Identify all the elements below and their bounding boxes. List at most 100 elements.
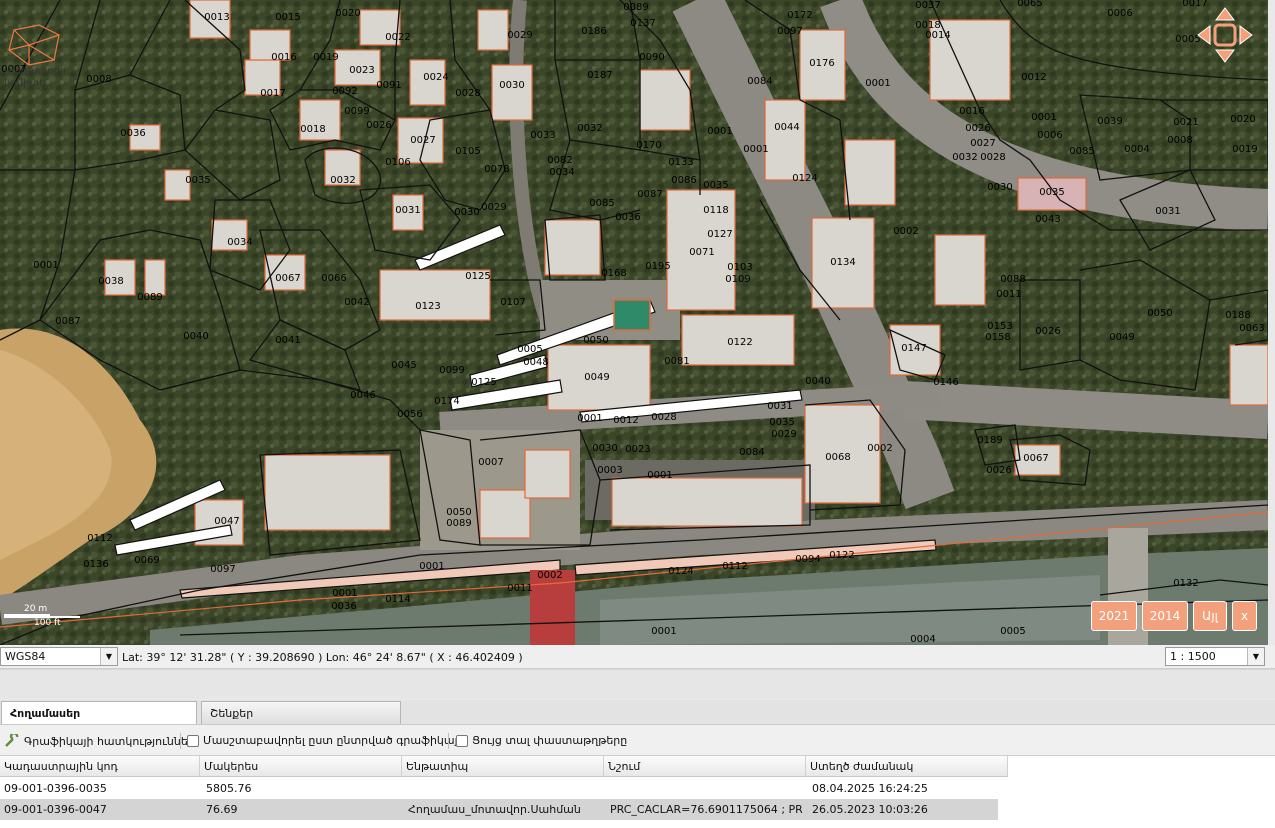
panel-splitter[interactable] (0, 669, 1275, 699)
parcel-label: 0047 (214, 516, 239, 527)
parcel-label: 0035 (1039, 187, 1064, 198)
parcel-label: 0002 (893, 226, 918, 237)
pan-control[interactable] (1196, 6, 1254, 64)
parcel-label: 0123 (415, 301, 440, 312)
parcel-label: 0109 (725, 274, 750, 285)
parcel-label: 0001 (419, 561, 444, 572)
graphic-properties-button[interactable]: Գրաֆիկայի հատկություններ (4, 734, 195, 748)
parcel-label: 0026 (1035, 326, 1060, 337)
cell-subtype: Հողամաս_մոտավոր.Սահման (408, 803, 581, 816)
year-2021-button[interactable]: 2021 (1091, 601, 1137, 631)
parcel-label: 0016 (959, 106, 984, 117)
toolbar-divider (448, 733, 449, 749)
parcel-label: 0174 (434, 396, 459, 407)
parcel-label: 0092 (332, 86, 357, 97)
close-imagery-button[interactable]: x (1232, 601, 1257, 631)
tab-parcels[interactable]: Հողամասեր (1, 701, 197, 724)
parcel-label: 0042 (344, 297, 369, 308)
parcel-label: 0001 (1031, 112, 1056, 123)
column-header-area[interactable]: Մակերես (200, 756, 402, 777)
parcel-label: 0146 (933, 377, 958, 388)
parcel-label: 0001 (577, 413, 602, 424)
parcel-label: 0002 (537, 570, 562, 581)
toolbar: Գրաֆիկայի հատկություններ Մասշտաբավորել ը… (0, 724, 1275, 756)
crs-value: WGS84 (5, 650, 46, 663)
parcel-label: 0085 (589, 198, 614, 209)
parcel-label: 0032 (952, 152, 977, 163)
pan-center-icon (1213, 23, 1237, 47)
parcel-label: 0107 (500, 297, 525, 308)
column-header-created[interactable]: Ստեղծ ժամանակ (806, 756, 1008, 777)
column-header-cadastral-code[interactable]: Կադաստրային կոդ (0, 756, 200, 777)
parcel-label: 0089 (137, 292, 162, 303)
parcel-label: 0049 (1109, 332, 1134, 343)
parcel-label: 0007 (478, 457, 503, 468)
parcel-label: 0020 (1230, 114, 1255, 125)
parcel-label: 0008 (1167, 135, 1192, 146)
parcel-label: 0045 (391, 360, 416, 371)
zoom-to-selection-checkbox[interactable]: Մասշտաբավորել ըստ ընտրված գրաֆիկայի (187, 734, 465, 747)
parcel-label: 0029 (481, 202, 506, 213)
parcel-label: 0090 (639, 52, 664, 63)
column-header-note[interactable]: Նշում (604, 756, 806, 777)
checkbox-box[interactable] (187, 734, 199, 747)
parcel-label: 0001 (865, 78, 890, 89)
chevron-down-icon: ▼ (100, 648, 117, 665)
parcel-label: 0035 (185, 175, 210, 186)
parcel-label: 0050 (583, 335, 608, 346)
parcel-label: 0094 (795, 554, 820, 565)
parcel-label: 0187 (587, 70, 612, 81)
map-view[interactable]: 0013 0015 0020 0022 0029 0186 0089 0137 0090 0097… (0, 0, 1268, 645)
parcel-label: 0023 (625, 444, 650, 455)
parcel-label: 0030 (499, 80, 524, 91)
parcel-label: 0056 (397, 409, 422, 420)
year-2014-button[interactable]: 2014 (1142, 601, 1188, 631)
parcel-label: 0038 (98, 276, 123, 287)
parcel-label: 0040 (183, 331, 208, 342)
table-row-selected[interactable]: 09-001-0396-0047 76.69 Հողամաս_մոտավոր.Ս… (0, 799, 998, 820)
parcel-label: 0172 (787, 10, 812, 21)
parcel-label: 0105 (455, 146, 480, 157)
parcel-label: 0067 (275, 273, 300, 284)
show-documents-label: Ցույց տալ փաստաթղթերը (472, 734, 628, 747)
parcel-label: 0082 (547, 155, 572, 166)
parcel-label: 0124 (668, 566, 693, 577)
cell-cadastral-code: 09-001-0396-0035 (4, 782, 107, 795)
parcel-label: 0084 (747, 76, 772, 87)
parcel-label: 0041 (275, 335, 300, 346)
parcel-label: 0001 (651, 626, 676, 637)
crs-select[interactable]: WGS84 ▼ (0, 647, 118, 666)
show-documents-checkbox[interactable]: Ցույց տալ փաստաթղթերը (456, 734, 627, 747)
parcel-label: 0023 (349, 65, 374, 76)
parcel-label: 0046 (350, 390, 375, 401)
other-year-button[interactable]: Այլ (1193, 601, 1227, 631)
parcel-label: 0031 (395, 205, 420, 216)
pan-right-icon (1239, 25, 1253, 45)
cell-note: PRC_CACLAR=76.6901175064 ; PR... (610, 803, 802, 816)
parcel-label: 0069 (134, 555, 159, 566)
parcel-label: 0086 (671, 175, 696, 186)
parcel-label: 0071 (689, 247, 714, 258)
parcel-label: 0031 (1155, 206, 1180, 217)
parcel-label: 0032 (330, 175, 355, 186)
parcel-label: 0029 (507, 30, 532, 41)
tab-buildings[interactable]: Շենքեր (201, 701, 401, 724)
parcel-label: 0186 (581, 26, 606, 37)
parcel-label: 0112 (722, 561, 747, 572)
scale-select[interactable]: 1 : 1500 ▼ (1165, 647, 1265, 666)
cell-area: 5805.76 (206, 782, 252, 795)
parcel-label: 0002 (867, 443, 892, 454)
parcel-label: 0003 (597, 465, 622, 476)
parcel-label: 0125 (465, 271, 490, 282)
parcel-label: 0030 (592, 443, 617, 454)
pan-up-icon (1215, 7, 1235, 21)
checkbox-box[interactable] (456, 734, 468, 747)
parcel-label: 0195 (645, 261, 670, 272)
parcel-label: 0004 (1124, 144, 1149, 155)
parcel-label: 0031 (767, 401, 792, 412)
parcel-label: 0021 (1173, 117, 1198, 128)
pan-down-icon (1215, 49, 1235, 63)
table-row[interactable]: 09-001-0396-0035 5805.76 08.04.2025 16:2… (0, 778, 998, 799)
parcel-label: 0036 (615, 212, 640, 223)
column-header-subtype[interactable]: Ենթատիպ (402, 756, 604, 777)
